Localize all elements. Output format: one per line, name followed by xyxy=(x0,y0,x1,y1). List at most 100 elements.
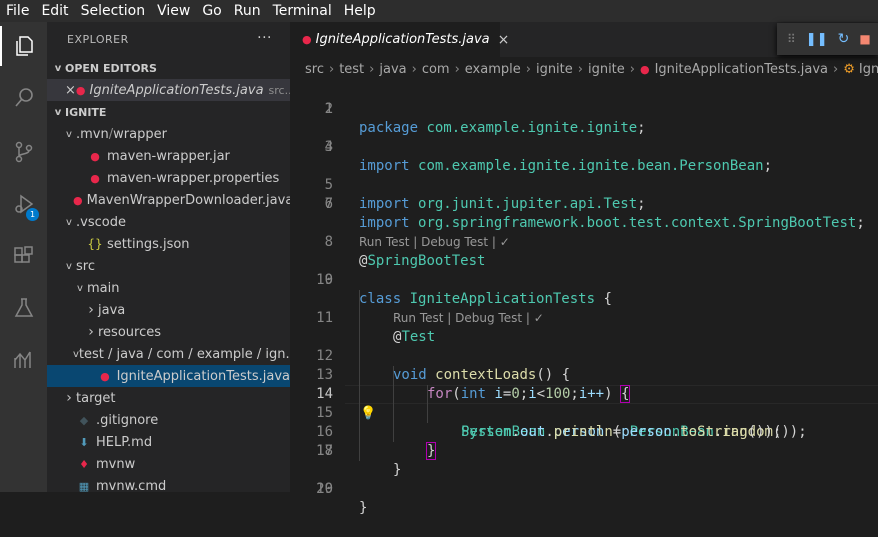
json-file-icon: {} xyxy=(87,237,103,251)
menu-terminal[interactable]: Terminal xyxy=(267,0,338,22)
chevron-down-icon: v xyxy=(54,106,62,118)
file-tree-item[interactable]: v main xyxy=(47,277,290,299)
file-tree-label: wrapper xyxy=(113,126,167,142)
file-tree-label: target xyxy=(76,390,116,406)
file-tree-item[interactable]: {} settings.json xyxy=(47,233,290,255)
file-tree-item[interactable]: › target xyxy=(47,387,290,409)
java-file-icon: ● xyxy=(302,33,312,46)
drag-handle-icon[interactable]: ⠿ xyxy=(787,32,796,46)
chevron-right-icon: › xyxy=(454,61,460,77)
stop-icon[interactable]: ■ xyxy=(859,32,870,46)
code-line: 15 System.out.println(person.toString())… xyxy=(290,385,878,440)
activity-source-control[interactable] xyxy=(0,130,47,174)
line-number: 11 xyxy=(316,310,333,326)
project-header[interactable]: v IGNITE xyxy=(47,101,290,123)
breadcrumb-item[interactable]: test xyxy=(339,62,364,77)
activity-explorer[interactable] xyxy=(0,24,47,68)
open-editors-label: OPEN EDITORS xyxy=(65,61,157,75)
file-tree-label: .gitignore xyxy=(96,412,159,428)
file-tree: v .mvn / wrapper ● maven-wrapper.jar ● maven-… xyxy=(47,123,290,492)
java-file-icon: ● xyxy=(73,193,83,207)
chevron-down-icon: v xyxy=(66,128,72,140)
open-editors-header[interactable]: v OPEN EDITORS xyxy=(47,57,290,79)
codelens-run-debug[interactable]: Run Test | Debug Test | ✓ xyxy=(393,309,544,328)
menu-edit[interactable]: Edit xyxy=(35,0,74,22)
breadcrumb-item[interactable]: IgniteA... xyxy=(859,62,878,77)
file-tree-label: test / java / com / example / ign... xyxy=(78,346,290,362)
file-tree-label: src xyxy=(76,258,95,274)
file-tree-label: settings.json xyxy=(107,236,190,252)
java-file-icon: ● xyxy=(75,83,86,97)
menu-view[interactable]: View xyxy=(151,0,196,22)
chevron-down-icon: v xyxy=(54,62,62,74)
line-number: 7 xyxy=(324,196,333,212)
explorer-title-bar: EXPLORER ··· xyxy=(47,22,290,57)
file-tree-item[interactable]: ◆ .gitignore xyxy=(47,409,290,431)
chevron-right-icon: › xyxy=(88,302,94,318)
chevron-right-icon: › xyxy=(629,61,635,77)
file-tree-item[interactable]: v .vscode xyxy=(47,211,290,233)
more-actions-icon[interactable]: ··· xyxy=(257,30,272,46)
breadcrumb-item[interactable]: ignite xyxy=(588,62,625,77)
activity-extensions[interactable] xyxy=(0,234,47,278)
tab-close-icon[interactable]: × xyxy=(498,32,510,48)
file-tree-item[interactable]: › resources xyxy=(47,321,290,343)
breadcrumb-item[interactable]: src xyxy=(305,62,324,77)
breadcrumb-item[interactable]: com xyxy=(422,62,450,77)
menu-go[interactable]: Go xyxy=(196,0,227,22)
file-tree-item[interactable]: ● MavenWrapperDownloader.java xyxy=(47,189,290,211)
activity-run-debug[interactable]: 1 xyxy=(0,182,47,226)
menu-selection[interactable]: Selection xyxy=(75,0,152,22)
breadcrumb-item[interactable]: example xyxy=(465,62,521,77)
activity-analytics[interactable] xyxy=(0,338,47,382)
file-tree-item[interactable]: v .mvn / wrapper xyxy=(47,123,290,145)
file-tree-item[interactable]: ● maven-wrapper.properties xyxy=(47,167,290,189)
code-line: 20 xyxy=(290,480,878,499)
open-editor-item[interactable]: × ● IgniteApplicationTests.java src... xyxy=(47,79,290,101)
line-number: 10 xyxy=(316,272,333,288)
menu-run[interactable]: Run xyxy=(228,0,267,22)
file-tree-item[interactable]: › java xyxy=(47,299,290,321)
code-line: 6 import org.springframework.boot.test.c… xyxy=(290,176,878,231)
codelens-run-debug[interactable]: Run Test | Debug Test | ✓ xyxy=(359,233,510,252)
restart-icon[interactable]: ↻ xyxy=(838,31,850,47)
line-number: 4 xyxy=(324,139,333,155)
pause-icon[interactable]: ❚❚ xyxy=(806,32,828,47)
line-number: 8 xyxy=(324,234,333,250)
debug-toolbar: ⠿ ❚❚ ↻ ■ xyxy=(777,23,878,55)
close-icon[interactable]: × xyxy=(65,83,76,98)
explorer-title: EXPLORER xyxy=(67,33,129,46)
java-file-icon: ● xyxy=(100,369,110,383)
code-line: 9 class IgniteApplicationTests { xyxy=(290,252,878,307)
open-editor-hint: src... xyxy=(268,83,290,97)
code-line: 10 xyxy=(290,271,878,290)
menu-help[interactable]: Help xyxy=(338,0,382,22)
activity-search[interactable] xyxy=(0,76,47,120)
file-tree-item[interactable]: ● maven-wrapper.jar xyxy=(47,145,290,167)
extensions-icon xyxy=(13,246,33,263)
file-tree-item[interactable]: ● IgniteApplicationTests.java xyxy=(47,365,290,387)
file-tree-item[interactable]: v test / java / com / example / ign... xyxy=(47,343,290,365)
file-tree-item[interactable]: v src xyxy=(47,255,290,277)
file-tree-label: mvnw xyxy=(96,456,136,472)
menu-file[interactable]: File xyxy=(0,0,35,22)
code-line: 16 } xyxy=(290,404,878,460)
code-line: 19 } xyxy=(290,461,878,516)
file-tree-item[interactable]: ⬇ HELP.md xyxy=(47,431,290,453)
tab-label: IgniteApplicationTests.java xyxy=(315,32,490,47)
punct: } xyxy=(359,500,368,516)
activity-testing[interactable] xyxy=(0,286,47,330)
java-file-icon: ● xyxy=(90,171,100,185)
breadcrumb-item[interactable]: ignite xyxy=(536,62,573,77)
file-tree-item[interactable]: ▦ mvnw.cmd xyxy=(47,475,290,493)
file-tree-item[interactable]: ♦ mvnw xyxy=(47,453,290,475)
breadcrumb-item[interactable]: IgniteApplicationTests.java xyxy=(655,62,828,77)
tab-ignite-application-tests[interactable]: ● IgniteApplicationTests.java × xyxy=(290,22,509,57)
breadcrumb-item[interactable]: java xyxy=(379,62,406,77)
chart-icon xyxy=(13,351,31,368)
chevron-right-icon: › xyxy=(369,61,375,77)
line-number: 2 xyxy=(324,101,333,117)
git-file-icon: ◆ xyxy=(79,413,89,427)
tab-bar: ● IgniteApplicationTests.java × ⠿ ❚❚ ↻ ■ xyxy=(290,22,878,57)
chevron-right-icon: › xyxy=(525,61,531,77)
